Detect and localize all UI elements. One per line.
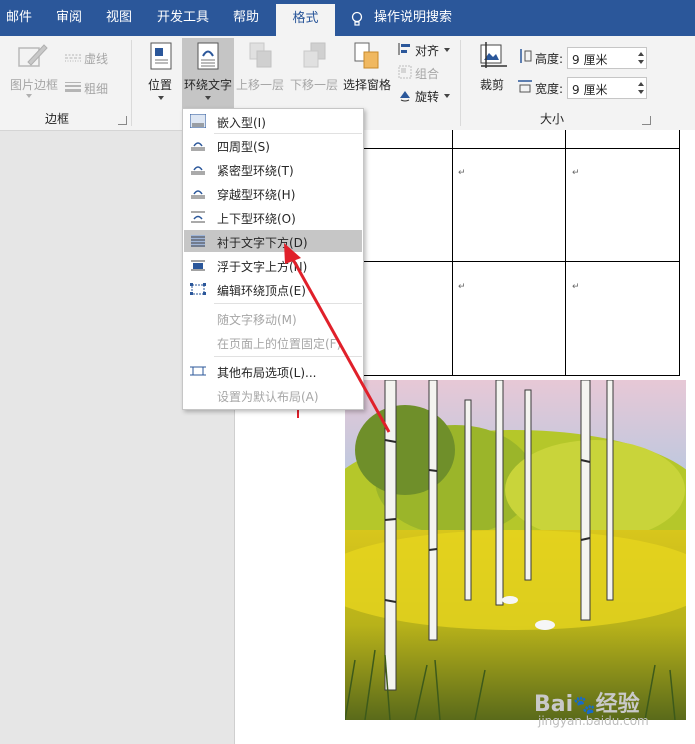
watermark-url: jingyan.baidu.com (538, 714, 649, 728)
paw-icon: 🐾 (573, 695, 596, 716)
annotation-arrow (284, 243, 391, 433)
